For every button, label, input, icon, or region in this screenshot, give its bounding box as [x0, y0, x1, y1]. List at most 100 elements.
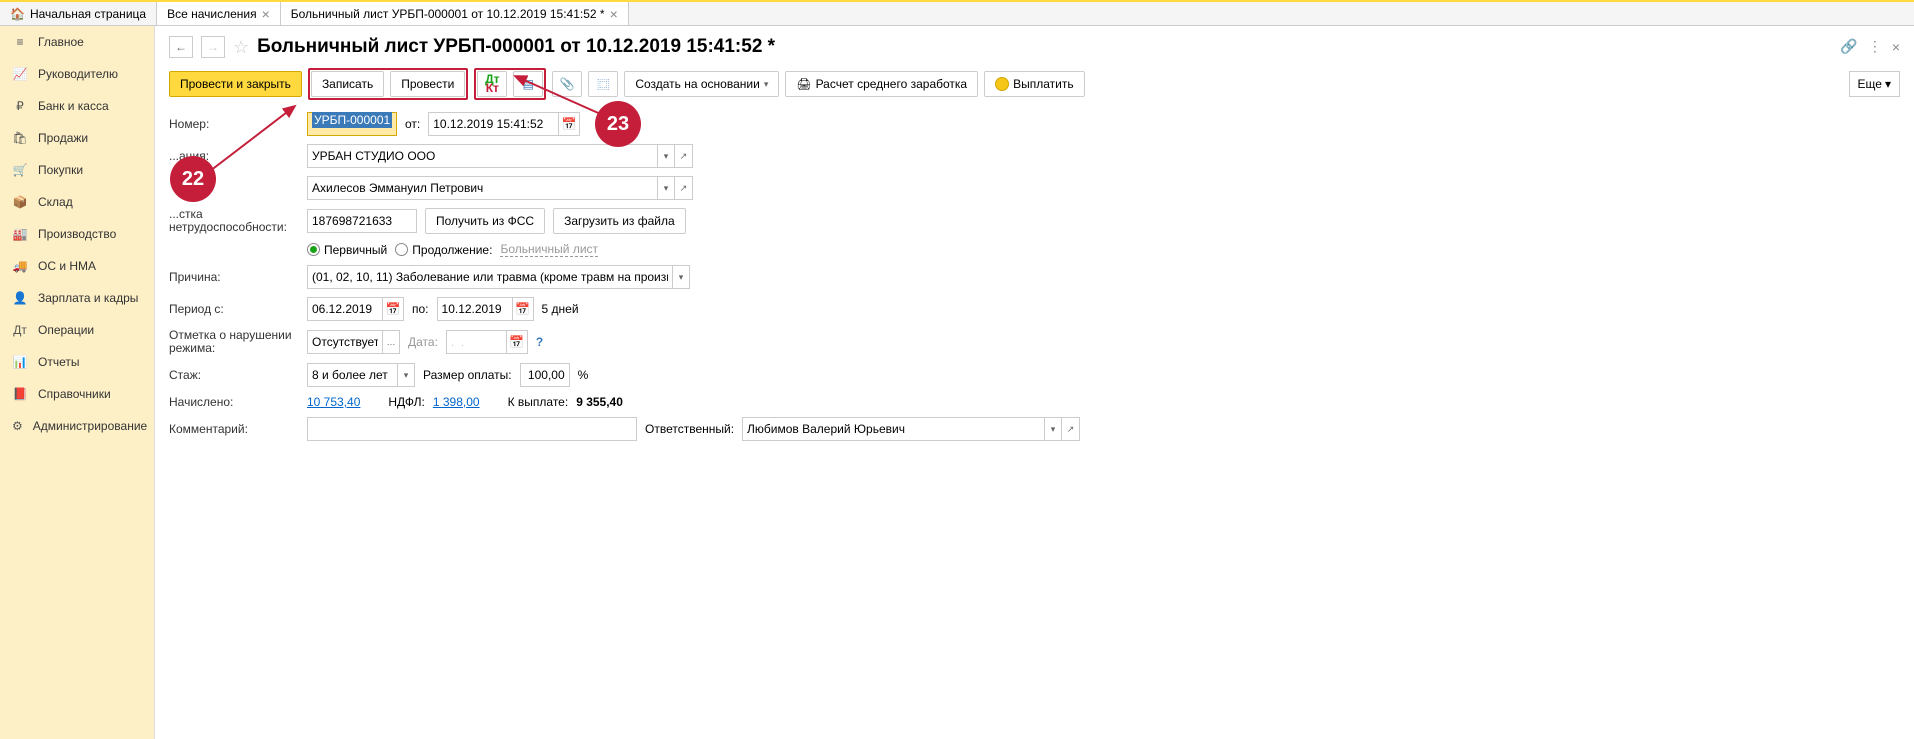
close-icon[interactable]: ×: [610, 6, 618, 22]
seniority-label: Стаж:: [169, 368, 299, 382]
ndfl-link[interactable]: 1 398,00: [433, 395, 480, 409]
nav-forward[interactable]: →: [201, 36, 225, 58]
days-text: 5 дней: [542, 302, 579, 316]
sidebar-item-11[interactable]: 📕Справочники: [0, 378, 154, 410]
sidebar-icon: 📈: [12, 66, 28, 82]
number-label: Номер:: [169, 117, 299, 131]
post-close-button[interactable]: Провести и закрыть: [169, 71, 302, 97]
dropdown-icon[interactable]: ▾: [657, 176, 675, 200]
accrued-link[interactable]: 10 753,40: [307, 395, 360, 409]
sidebar-item-2[interactable]: ₽ Банк и касса: [0, 90, 154, 122]
report-button[interactable]: ▤: [513, 71, 543, 97]
continuation-link[interactable]: Больничный лист: [500, 242, 598, 257]
sidebar-icon: 🛒: [12, 162, 28, 178]
fss-button[interactable]: Получить из ФСС: [425, 208, 545, 234]
sidebar-icon: ⚙: [12, 418, 23, 434]
open-icon[interactable]: ↗: [1062, 417, 1080, 441]
period-from-input[interactable]: [307, 297, 382, 321]
pct-label: %: [578, 368, 589, 382]
avg-calc-button[interactable]: 🖨Расчет среднего заработка: [785, 71, 978, 97]
employee-input[interactable]: [307, 176, 657, 200]
tab-sick-leave[interactable]: Больничный лист УРБП-000001 от 10.12.201…: [281, 2, 629, 25]
post-button[interactable]: Провести: [390, 71, 465, 97]
accrued-label: Начислено:: [169, 395, 299, 409]
calendar-icon[interactable]: 📅: [558, 112, 580, 136]
topay-value: 9 355,40: [576, 395, 623, 409]
tab-home[interactable]: 🏠 Начальная страница: [0, 2, 157, 25]
sidebar-label: Склад: [38, 195, 73, 209]
sidebar-item-10[interactable]: 📊Отчеты: [0, 346, 154, 378]
sidebar-label: Справочники: [38, 387, 111, 401]
dtkt-button[interactable]: ДтКт: [477, 71, 507, 97]
ellipsis-icon[interactable]: …: [382, 330, 400, 354]
sidebar-icon: ≡: [12, 34, 28, 50]
sidebar-label: Банк и касса: [38, 99, 109, 113]
open-icon[interactable]: ↗: [675, 176, 693, 200]
ln-number-input[interactable]: [307, 209, 417, 233]
dropdown-icon[interactable]: ▾: [397, 363, 415, 387]
reason-input[interactable]: [307, 265, 672, 289]
calendar-icon[interactable]: 📅: [382, 297, 404, 321]
violation-date-input[interactable]: [446, 330, 506, 354]
comment-label: Комментарий:: [169, 422, 299, 436]
tab-label: Начальная страница: [30, 7, 146, 21]
tab-label: Все начисления: [167, 7, 257, 21]
sidebar-item-5[interactable]: 📦Склад: [0, 186, 154, 218]
structure-button[interactable]: ⿴: [588, 71, 618, 97]
number-input[interactable]: УРБП-000001: [307, 112, 397, 136]
tab-accruals[interactable]: Все начисления ×: [157, 2, 281, 25]
link-icon[interactable]: 🔗: [1840, 38, 1857, 55]
dropdown-icon[interactable]: ▾: [672, 265, 690, 289]
date-input[interactable]: [428, 112, 558, 136]
open-icon[interactable]: ↗: [675, 144, 693, 168]
sidebar-item-12[interactable]: ⚙Администрирование: [0, 410, 154, 442]
pay-button[interactable]: Выплатить: [984, 71, 1085, 97]
page-title: Больничный лист УРБП-000001 от 10.12.201…: [257, 36, 775, 58]
attach-button[interactable]: 📎: [552, 71, 582, 97]
create-based-button[interactable]: Создать на основании▾: [624, 71, 779, 97]
help-icon[interactable]: ?: [536, 335, 543, 349]
calendar-icon[interactable]: 📅: [512, 297, 534, 321]
kebab-icon[interactable]: ⋮: [1868, 38, 1882, 55]
sidebar-item-8[interactable]: 👤Зарплата и кадры: [0, 282, 154, 314]
responsible-label: Ответственный:: [645, 422, 734, 436]
radio-primary[interactable]: Первичный: [307, 243, 387, 257]
pay-rate-input[interactable]: [520, 363, 570, 387]
home-icon: 🏠: [10, 7, 25, 21]
load-file-button[interactable]: Загрузить из файла: [553, 208, 686, 234]
sidebar-item-3[interactable]: 🛍Продажи: [0, 122, 154, 154]
save-button[interactable]: Записать: [311, 71, 384, 97]
dropdown-icon[interactable]: ▾: [657, 144, 675, 168]
period-label: Период с:: [169, 302, 299, 316]
sidebar-item-0[interactable]: ≡ Главное: [0, 26, 154, 58]
seniority-input[interactable]: [307, 363, 397, 387]
comment-input[interactable]: [307, 417, 637, 441]
violation-label: Отметка о нарушении режима:: [169, 329, 299, 355]
more-button[interactable]: Еще▾: [1849, 71, 1900, 97]
sidebar-item-4[interactable]: 🛒Покупки: [0, 154, 154, 186]
close-icon[interactable]: ×: [262, 6, 270, 22]
dropdown-icon[interactable]: ▾: [1044, 417, 1062, 441]
violation-input[interactable]: [307, 330, 382, 354]
close-doc-icon[interactable]: ×: [1892, 39, 1900, 55]
sidebar-label: Главное: [38, 35, 84, 49]
sidebar-icon: 🏭: [12, 226, 28, 242]
org-input[interactable]: [307, 144, 657, 168]
sidebar: ≡ Главное 📈Руководителю ₽ Банк и касса 🛍Прода…: [0, 26, 155, 739]
period-to-input[interactable]: [437, 297, 512, 321]
sidebar-item-9[interactable]: ДтОперации: [0, 314, 154, 346]
tabs-bar: 🏠 Начальная страница Все начисления × Боль…: [0, 0, 1914, 26]
favorite-icon[interactable]: ☆: [233, 37, 249, 58]
responsible-input[interactable]: [742, 417, 1044, 441]
sidebar-label: ОС и НМА: [38, 259, 96, 273]
sidebar-icon: ₽: [12, 98, 28, 114]
sidebar-item-6[interactable]: 🏭Производство: [0, 218, 154, 250]
sidebar-item-1[interactable]: 📈Руководителю: [0, 58, 154, 90]
sidebar-item-7[interactable]: 🚚ОС и НМА: [0, 250, 154, 282]
calendar-icon[interactable]: 📅: [506, 330, 528, 354]
radio-continuation[interactable]: Продолжение:: [395, 243, 492, 257]
nav-back[interactable]: ←: [169, 36, 193, 58]
sidebar-label: Отчеты: [38, 355, 79, 369]
topay-label: К выплате:: [508, 395, 569, 409]
ln-label: ...стка нетрудоспособности:: [169, 208, 299, 234]
